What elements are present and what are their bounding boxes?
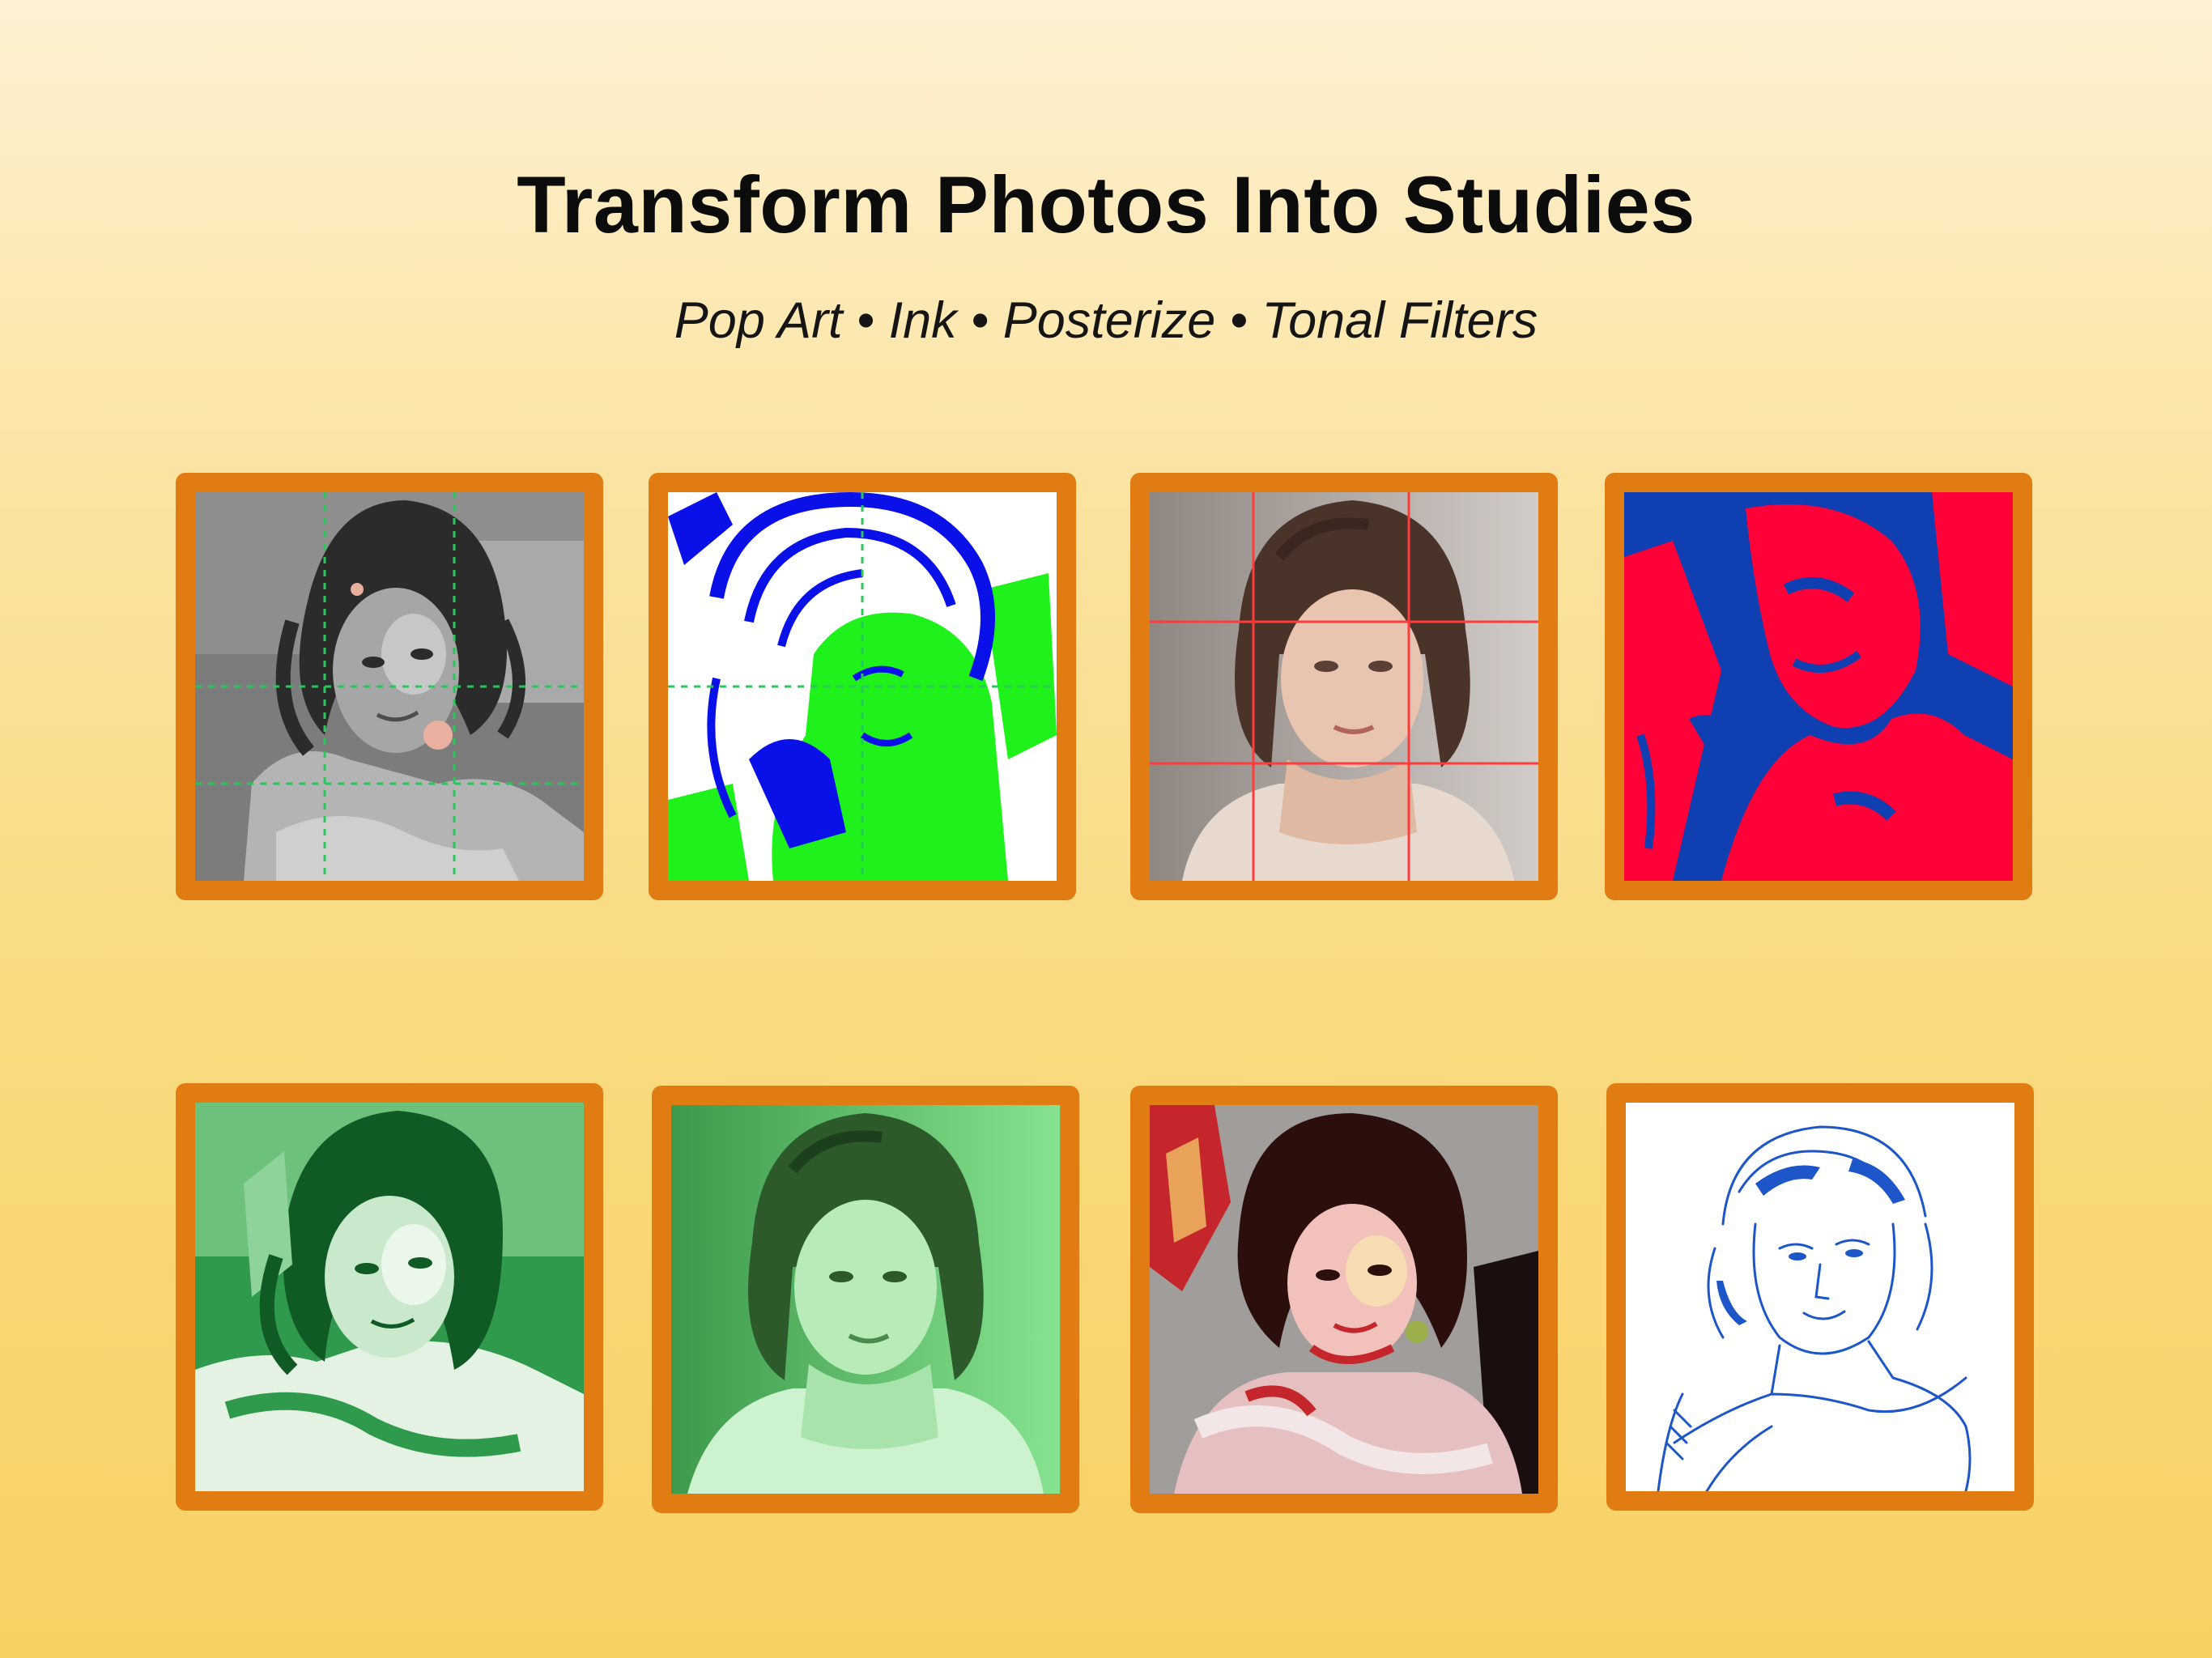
- blue-line-sketch-image: [1626, 1103, 2014, 1491]
- gallery-tile-grid-photo[interactable]: [1130, 473, 1558, 900]
- gallery-tile-green-posterize[interactable]: [176, 1083, 603, 1511]
- gallery-tile-line-sketch[interactable]: [1606, 1083, 2034, 1511]
- grayscale-posterize-image: [195, 492, 584, 881]
- gallery-tile-grayscale[interactable]: [176, 473, 603, 900]
- green-tonal-filter-image: [671, 1105, 1060, 1494]
- photo-with-red-grid-image: [1150, 492, 1538, 881]
- page-subtitle: Pop Art • Ink • Posterize • Tonal Filter…: [674, 292, 1538, 349]
- gallery-tile-ink[interactable]: [649, 473, 1076, 900]
- blue-green-ink-image: [668, 492, 1057, 881]
- red-blue-pop-art-image: [1624, 492, 2013, 881]
- gallery-tile-pop-art[interactable]: [1605, 473, 2032, 900]
- gallery-tile-green-tonal[interactable]: [652, 1086, 1079, 1513]
- green-posterize-image: [195, 1103, 584, 1491]
- gallery-tile-multicolor-posterize[interactable]: [1130, 1086, 1558, 1513]
- page-title: Transform Photos Into Studies: [517, 159, 1695, 249]
- multicolor-posterize-image: [1150, 1105, 1538, 1494]
